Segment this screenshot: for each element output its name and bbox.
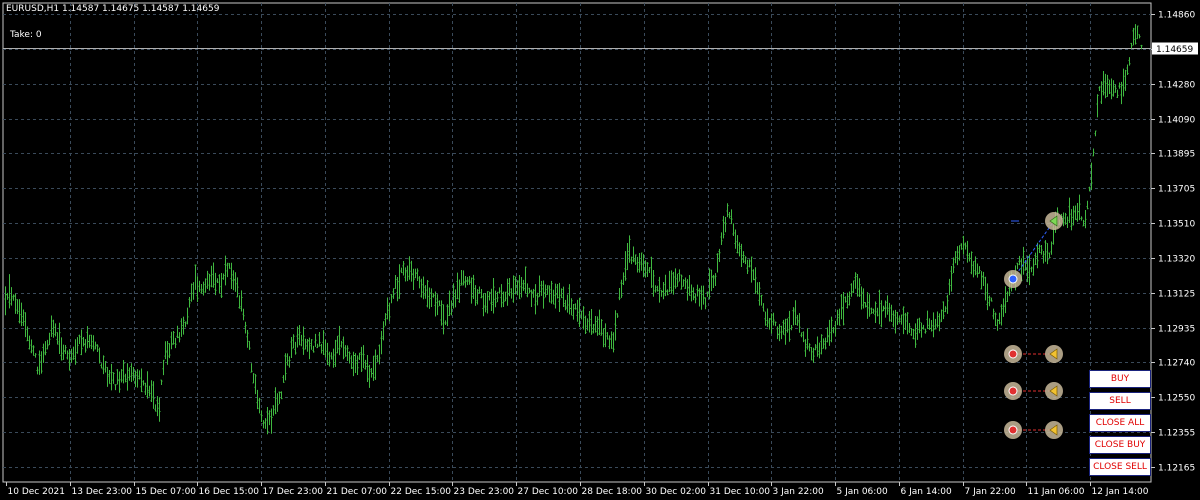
- time-tick-label: 28 Dec 18:00: [582, 487, 643, 497]
- price-tick-label: 1.12165: [1158, 464, 1195, 474]
- time-tick-label: 31 Dec 10:00: [710, 487, 771, 497]
- close-buy-button[interactable]: CLOSE BUY: [1089, 436, 1151, 454]
- sell-entry-marker: [1008, 386, 1018, 396]
- price-tick-label: 1.14860: [1158, 11, 1195, 21]
- ohlc-bars: [4, 24, 1143, 435]
- price-tick-label: 1.13125: [1158, 290, 1195, 300]
- price-tick-label: 1.13895: [1158, 150, 1195, 160]
- price-tick-label: 1.14090: [1158, 116, 1195, 126]
- price-tick-label: 1.14280: [1158, 81, 1195, 91]
- buy-button[interactable]: BUY: [1089, 370, 1151, 388]
- time-tick-label: 3 Jan 22:00: [773, 487, 825, 497]
- current-price-label: 1.14659: [1156, 45, 1193, 55]
- price-tick-label: 1.12550: [1158, 394, 1195, 404]
- time-tick-label: 16 Dec 15:00: [199, 487, 260, 497]
- sell-button[interactable]: SELL: [1089, 392, 1151, 410]
- time-tick-label: 11 Jan 06:00: [1028, 487, 1085, 497]
- time-tick-label: 12 Jan 14:00: [1092, 487, 1149, 497]
- sell-entry-marker: [1008, 425, 1018, 435]
- chart-frame: [2, 2, 1152, 483]
- time-tick-label: 7 Jan 22:00: [965, 487, 1017, 497]
- price-chart[interactable]: 1.148601.144751.142801.140901.138951.137…: [0, 0, 1200, 500]
- price-tick-label: 1.13320: [1158, 255, 1195, 265]
- buy-entry-marker: [1008, 274, 1018, 284]
- price-tick-label: 1.12935: [1158, 325, 1195, 335]
- time-tick-label: 10 Dec 2021: [8, 487, 66, 497]
- time-tick-label: 27 Dec 10:00: [518, 487, 579, 497]
- time-tick-label: 13 Dec 23:00: [72, 487, 133, 497]
- close-all-button[interactable]: CLOSE ALL: [1089, 414, 1151, 432]
- sell-entry-marker: [1008, 349, 1018, 359]
- price-tick-label: 1.12740: [1158, 359, 1195, 369]
- time-tick-label: 30 Dec 02:00: [646, 487, 707, 497]
- time-tick-label: 23 Dec 23:00: [454, 487, 515, 497]
- time-tick-label: 21 Dec 07:00: [327, 487, 388, 497]
- price-tick-label: 1.13705: [1158, 185, 1195, 195]
- time-tick-label: 5 Jan 06:00: [837, 487, 889, 497]
- time-tick-label: 15 Dec 07:00: [136, 487, 197, 497]
- time-tick-label: 22 Dec 15:00: [391, 487, 452, 497]
- time-tick-label: 6 Jan 14:00: [901, 487, 953, 497]
- take-label: Take: 0: [10, 30, 42, 40]
- symbol-header: EURUSD,H1 1.14587 1.14675 1.14587 1.1465…: [6, 4, 220, 14]
- price-tick-label: 1.12355: [1158, 429, 1195, 439]
- price-tick-label: 1.13510: [1158, 220, 1195, 230]
- time-tick-label: 17 Dec 23:00: [263, 487, 324, 497]
- close-sell-button[interactable]: CLOSE SELL: [1089, 458, 1151, 476]
